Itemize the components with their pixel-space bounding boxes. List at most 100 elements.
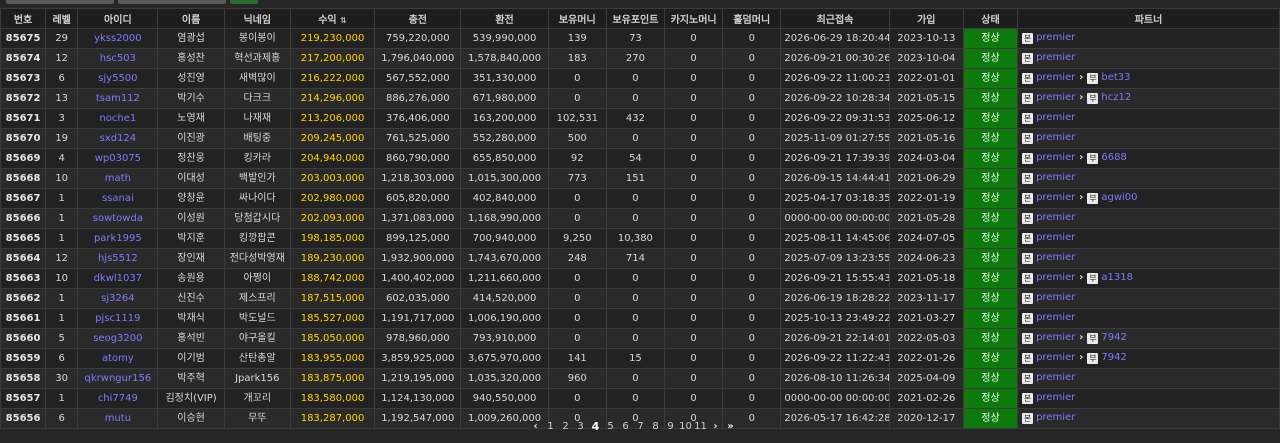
pagination-prev-button[interactable]: ‹ [528, 421, 543, 432]
partner-sub-link[interactable]: 7942 [1101, 332, 1126, 343]
col-header-withdraw[interactable]: 환전 [460, 8, 549, 29]
pagination-page[interactable]: 10 [678, 421, 693, 432]
filter-input-2[interactable] [118, 0, 226, 4]
member-id-link[interactable]: hsc503 [100, 53, 136, 64]
member-id-link[interactable]: park1995 [94, 233, 142, 244]
partner-sub-badge-icon: 부 [1087, 192, 1099, 204]
member-id-link[interactable]: sjy5500 [98, 73, 137, 84]
row-point: 0 [605, 288, 666, 309]
partner-head-link[interactable]: premier [1036, 172, 1075, 183]
row-point: 151 [605, 168, 666, 189]
col-header-join[interactable]: 가입 [888, 8, 964, 29]
filter-input-1[interactable] [6, 0, 114, 4]
row-point: 73 [605, 28, 666, 49]
partner-head-link[interactable]: premier [1036, 92, 1075, 103]
col-header-id[interactable]: 아이디 [77, 8, 159, 29]
partner-sub-link[interactable]: bet33 [1101, 72, 1130, 83]
pagination-page[interactable]: 11 [693, 421, 708, 432]
col-header-point[interactable]: 보유포인트 [605, 8, 666, 29]
pagination-page[interactable]: 2 [558, 421, 573, 432]
pagination-page[interactable]: 4 [588, 420, 603, 433]
partner-head-link[interactable]: premier [1036, 232, 1075, 243]
row-join-date: 2021-05-15 [888, 88, 964, 109]
row-withdraw: 1,743,670,000 [460, 248, 549, 269]
col-header-name[interactable]: 이름 [157, 8, 225, 29]
partner-head-link[interactable]: premier [1036, 412, 1075, 423]
partner-head-link[interactable]: premier [1036, 392, 1075, 403]
partner-head-link[interactable]: premier [1036, 252, 1075, 263]
partner-head-link[interactable]: premier [1036, 212, 1075, 223]
col-header-casino[interactable]: 카지노머니 [664, 8, 724, 29]
col-header-deposit[interactable]: 충전 [374, 8, 462, 29]
partner-head-link[interactable]: premier [1036, 132, 1075, 143]
col-header-partner[interactable]: 파트너 [1017, 8, 1280, 29]
partner-sub-link[interactable]: agwi00 [1101, 192, 1137, 203]
partner-sub-link[interactable]: 6688 [1101, 152, 1126, 163]
row-point: 0 [605, 188, 666, 209]
pagination-page[interactable]: 1 [543, 421, 558, 432]
col-header-no[interactable]: 번호 [0, 8, 47, 29]
col-header-holdem[interactable]: 홀덤머니 [722, 8, 782, 29]
member-id-link[interactable]: tsam112 [96, 93, 140, 104]
partner-head-link[interactable]: premier [1036, 352, 1075, 363]
pagination-page[interactable]: 9 [663, 421, 678, 432]
row-id: chi7749 [77, 388, 159, 409]
pagination-page[interactable]: 8 [648, 421, 663, 432]
member-id-link[interactable]: sowtowda [93, 213, 143, 224]
row-last-login: 2026-06-29 18:20:44 [780, 28, 890, 49]
col-header-nick[interactable]: 닉네임 [223, 8, 291, 29]
partner-head-link[interactable]: premier [1036, 52, 1075, 63]
row-casino: 0 [664, 228, 724, 249]
partner-sub-link[interactable]: 7942 [1101, 352, 1126, 363]
member-id-link[interactable]: sxd124 [100, 133, 137, 144]
chevron-right-icon: › [1079, 92, 1084, 103]
col-header-status[interactable]: 상태 [962, 8, 1019, 29]
search-button[interactable] [230, 0, 258, 4]
col-header-level[interactable]: 레벨 [45, 8, 79, 29]
pagination-page[interactable]: 5 [603, 421, 618, 432]
pagination-page[interactable]: 3 [573, 421, 588, 432]
row-profit: 214,296,000 [289, 88, 376, 109]
partner-sub-badge-icon: 부 [1087, 332, 1099, 344]
pagination-next-button[interactable]: › [708, 421, 723, 432]
member-id-link[interactable]: pjsc1119 [95, 313, 140, 324]
partner-head-link[interactable]: premier [1036, 272, 1075, 283]
col-header-profit[interactable]: 수익 ⇅ [289, 8, 376, 29]
member-id-link[interactable]: ssanai [102, 193, 134, 204]
row-withdraw: 402,840,000 [460, 188, 549, 209]
member-id-link[interactable]: atomy [102, 353, 134, 364]
partner-head-link[interactable]: premier [1036, 312, 1075, 323]
partner-head-link[interactable]: premier [1036, 152, 1075, 163]
row-partner: 본 premier [1017, 48, 1280, 69]
member-id-link[interactable]: hjs5512 [98, 253, 138, 264]
member-id-link[interactable]: wp03075 [95, 153, 141, 164]
col-header-last[interactable]: 최근접속 [780, 8, 890, 29]
sort-icon[interactable]: ⇅ [340, 16, 347, 25]
member-id-link[interactable]: mutu [105, 413, 131, 424]
member-id-link[interactable]: math [105, 173, 131, 184]
member-id-link[interactable]: ykss2000 [94, 33, 142, 44]
partner-sub-link[interactable]: hcz12 [1101, 92, 1131, 103]
partner-head-badge-icon: 본 [1022, 172, 1034, 184]
partner-head-link[interactable]: premier [1036, 192, 1075, 203]
pagination-last-button[interactable]: » [723, 421, 738, 432]
pagination-page[interactable]: 6 [618, 421, 633, 432]
member-id-link[interactable]: chi7749 [98, 393, 138, 404]
member-id-link[interactable]: dkwl1037 [94, 273, 143, 284]
row-deposit: 761,525,000 [374, 128, 462, 149]
pagination-page[interactable]: 7 [633, 421, 648, 432]
col-header-profit-label: 수익 [318, 15, 337, 26]
member-id-link[interactable]: sj3264 [101, 293, 134, 304]
partner-head-link[interactable]: premier [1036, 332, 1075, 343]
partner-sub-link[interactable]: a1318 [1101, 272, 1133, 283]
row-no: 85666 [0, 208, 47, 229]
col-header-money[interactable]: 보유머니 [547, 8, 607, 29]
partner-head-link[interactable]: premier [1036, 372, 1075, 383]
member-id-link[interactable]: seog3200 [93, 333, 142, 344]
partner-head-link[interactable]: premier [1036, 292, 1075, 303]
partner-head-link[interactable]: premier [1036, 112, 1075, 123]
partner-head-link[interactable]: premier [1036, 32, 1075, 43]
member-id-link[interactable]: qkrwngur156 [85, 373, 152, 384]
member-id-link[interactable]: noche1 [99, 113, 136, 124]
partner-head-link[interactable]: premier [1036, 72, 1075, 83]
